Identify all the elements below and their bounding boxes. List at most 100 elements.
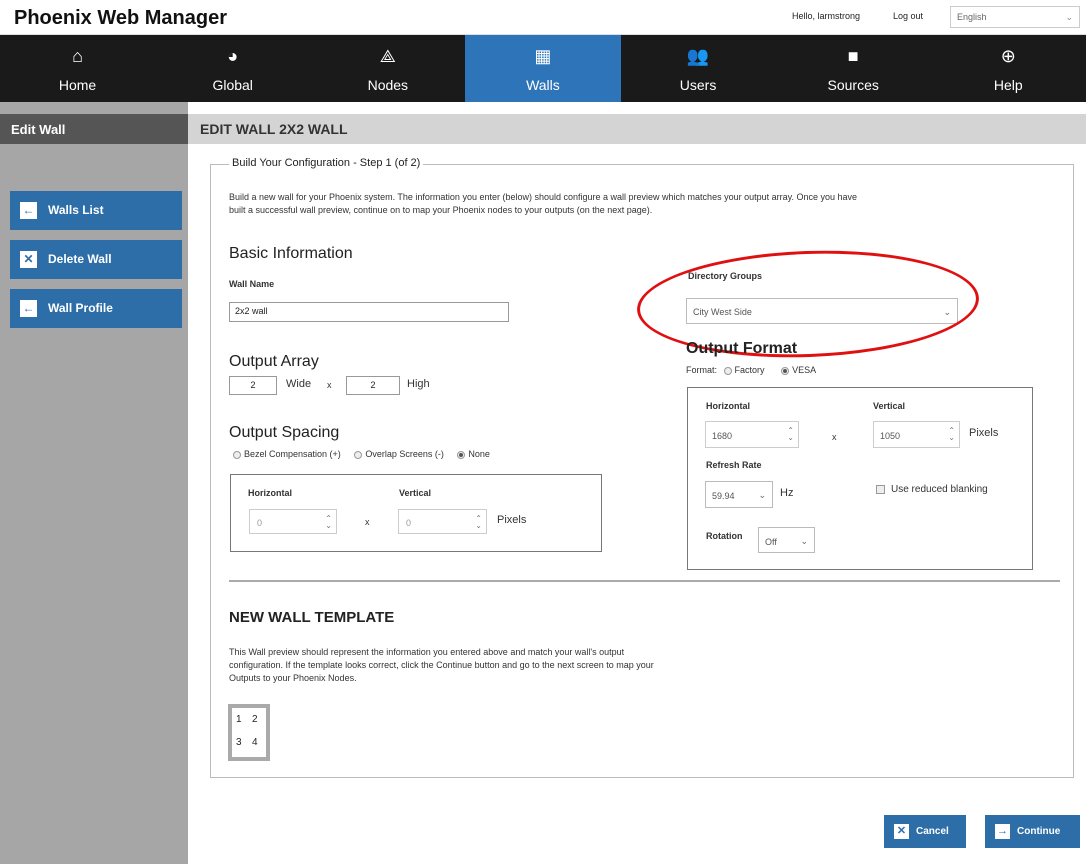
spacing-vertical-label: Vertical: [399, 488, 432, 498]
array-wide-input[interactable]: 2: [229, 376, 277, 395]
template-desc: configuration. If the template looks cor…: [229, 660, 654, 670]
hz-label: Hz: [780, 487, 794, 499]
nav-label: Users: [679, 77, 717, 93]
fieldset-legend: Build Your Configuration - Step 1 (of 2): [229, 157, 424, 169]
none-label: None: [468, 449, 490, 459]
high-label: High: [407, 378, 430, 390]
close-icon: ✕: [20, 251, 37, 268]
pixels-label: Pixels: [497, 514, 527, 526]
continue-button[interactable]: → Continue: [985, 815, 1080, 848]
globe-icon: ◕: [227, 46, 239, 66]
home-icon: ⌂: [72, 46, 83, 66]
template-cell: 1: [236, 714, 242, 725]
nav-label: Home: [58, 77, 97, 93]
button-label: Delete Wall: [48, 252, 112, 266]
wall-profile-button[interactable]: ← Wall Profile: [10, 289, 182, 328]
refresh-rate-label: Refresh Rate: [706, 460, 762, 470]
template-cell: 4: [252, 737, 258, 748]
delete-wall-button[interactable]: ✕ Delete Wall: [10, 240, 182, 279]
rotation-value: Off: [765, 537, 777, 547]
language-select[interactable]: English ⌄: [950, 6, 1080, 28]
spacing-horizontal-label: Horizontal: [248, 488, 292, 498]
bezel-radio[interactable]: [233, 450, 241, 459]
nav-label: Nodes: [367, 77, 409, 93]
refresh-rate-value: 59.94: [712, 491, 735, 501]
spinner-icon[interactable]: ⌃ ⌄: [325, 515, 332, 530]
nav-label: Sources: [827, 77, 879, 93]
nav-users[interactable]: 👥 Users: [621, 35, 776, 102]
main-nav: ⌂ Home ◕ Global ⟁ Nodes ▦ Walls 👥 Users …: [0, 35, 1086, 102]
reduced-blanking-label: Use reduced blanking: [891, 484, 988, 495]
arrow-left-icon: ←: [20, 300, 37, 317]
factory-label: Factory: [734, 365, 765, 375]
cancel-button[interactable]: ✕ Cancel: [884, 815, 966, 848]
nav-help[interactable]: ⊕ Help: [931, 35, 1086, 102]
factory-radio[interactable]: [723, 366, 732, 375]
grid-icon: ▦: [534, 46, 552, 66]
close-icon: ✕: [894, 824, 909, 839]
reduced-blanking-checkbox[interactable]: [876, 484, 885, 494]
pixels-label: Pixels: [969, 427, 999, 439]
spacing-horizontal-input[interactable]: 0 ⌃ ⌄: [249, 509, 337, 534]
none-radio[interactable]: [457, 450, 466, 459]
overlap-label: Overlap Screens (-): [365, 449, 444, 459]
nav-label: Global: [212, 77, 253, 93]
nav-sources[interactable]: ■ Sources: [776, 35, 931, 102]
walls-list-button[interactable]: ← Walls List: [10, 191, 182, 230]
times-label: x: [365, 517, 370, 527]
times-label: x: [832, 432, 837, 442]
spinner-icon[interactable]: ⌃ ⌄: [787, 427, 794, 442]
nav-home[interactable]: ⌂ Home: [0, 35, 155, 102]
reduced-blanking-row: Use reduced blanking: [876, 484, 988, 495]
template-desc: This Wall preview should represent the i…: [229, 647, 625, 657]
wall-name-input[interactable]: 2x2 wall: [229, 302, 509, 322]
basic-info-heading: Basic Information: [229, 245, 353, 262]
format-vertical-value: 1050: [880, 431, 901, 441]
wall-template-preview: 1 2 3 4: [228, 704, 270, 761]
format-options: Format: Factory VESA: [686, 365, 816, 375]
nav-nodes[interactable]: ⟁ Nodes: [310, 35, 465, 102]
overlap-radio[interactable]: [354, 450, 363, 459]
rotation-label: Rotation: [706, 531, 743, 541]
format-horizontal-input[interactable]: 1680 ⌃ ⌄: [705, 421, 799, 448]
nav-walls[interactable]: ▦ Walls: [465, 35, 621, 102]
template-cell: 3: [236, 737, 242, 748]
vesa-radio[interactable]: [781, 366, 790, 375]
vesa-label: VESA: [792, 365, 817, 375]
array-high-input[interactable]: 2: [346, 376, 400, 395]
button-label: Wall Profile: [48, 301, 113, 315]
format-vertical-label: Vertical: [873, 401, 906, 411]
format-horizontal-value: 1680: [712, 431, 733, 441]
format-label: Format:: [686, 365, 718, 375]
arrow-right-icon: →: [995, 824, 1010, 839]
bezel-label: Bezel Compensation (+): [244, 449, 341, 459]
users-icon: 👥: [686, 46, 710, 66]
logout-link[interactable]: Log out: [893, 11, 923, 21]
format-vertical-input[interactable]: 1050 ⌃ ⌄: [873, 421, 960, 448]
wide-label: Wide: [286, 378, 312, 390]
camera-icon: ■: [847, 46, 859, 66]
spacing-vertical-input[interactable]: 0 ⌃ ⌄: [398, 509, 487, 534]
rotation-select[interactable]: Off ⌄: [758, 527, 815, 553]
spacing-vertical-value: 0: [406, 518, 412, 528]
refresh-rate-select[interactable]: 59.94 ⌄: [705, 481, 773, 508]
chevron-down-icon: ⌄: [758, 490, 766, 500]
page-title: EDIT WALL 2X2 WALL: [188, 114, 1086, 144]
template-heading: NEW WALL TEMPLATE: [229, 609, 395, 626]
wall-name-label: Wall Name: [229, 279, 275, 289]
spinner-icon[interactable]: ⌃ ⌄: [475, 515, 482, 530]
output-format-heading: Output Format: [686, 340, 798, 357]
spacing-options: Bezel Compensation (+) Overlap Screens (…: [233, 449, 490, 459]
nav-label: Walls: [526, 77, 560, 93]
user-greeting: Hello, larmstrong: [792, 11, 861, 21]
nav-global[interactable]: ◕ Global: [155, 35, 310, 102]
spinner-icon[interactable]: ⌃ ⌄: [948, 427, 955, 442]
app-title: Phoenix Web Manager: [14, 7, 228, 29]
intro-text: Build a new wall for your Phoenix system…: [229, 192, 857, 202]
language-value: English: [957, 12, 987, 22]
chevron-down-icon: ⌄: [800, 536, 808, 546]
template-cell: 2: [252, 714, 258, 725]
times-label: x: [327, 380, 332, 390]
format-box: [687, 387, 1033, 570]
button-label: Walls List: [48, 203, 104, 217]
